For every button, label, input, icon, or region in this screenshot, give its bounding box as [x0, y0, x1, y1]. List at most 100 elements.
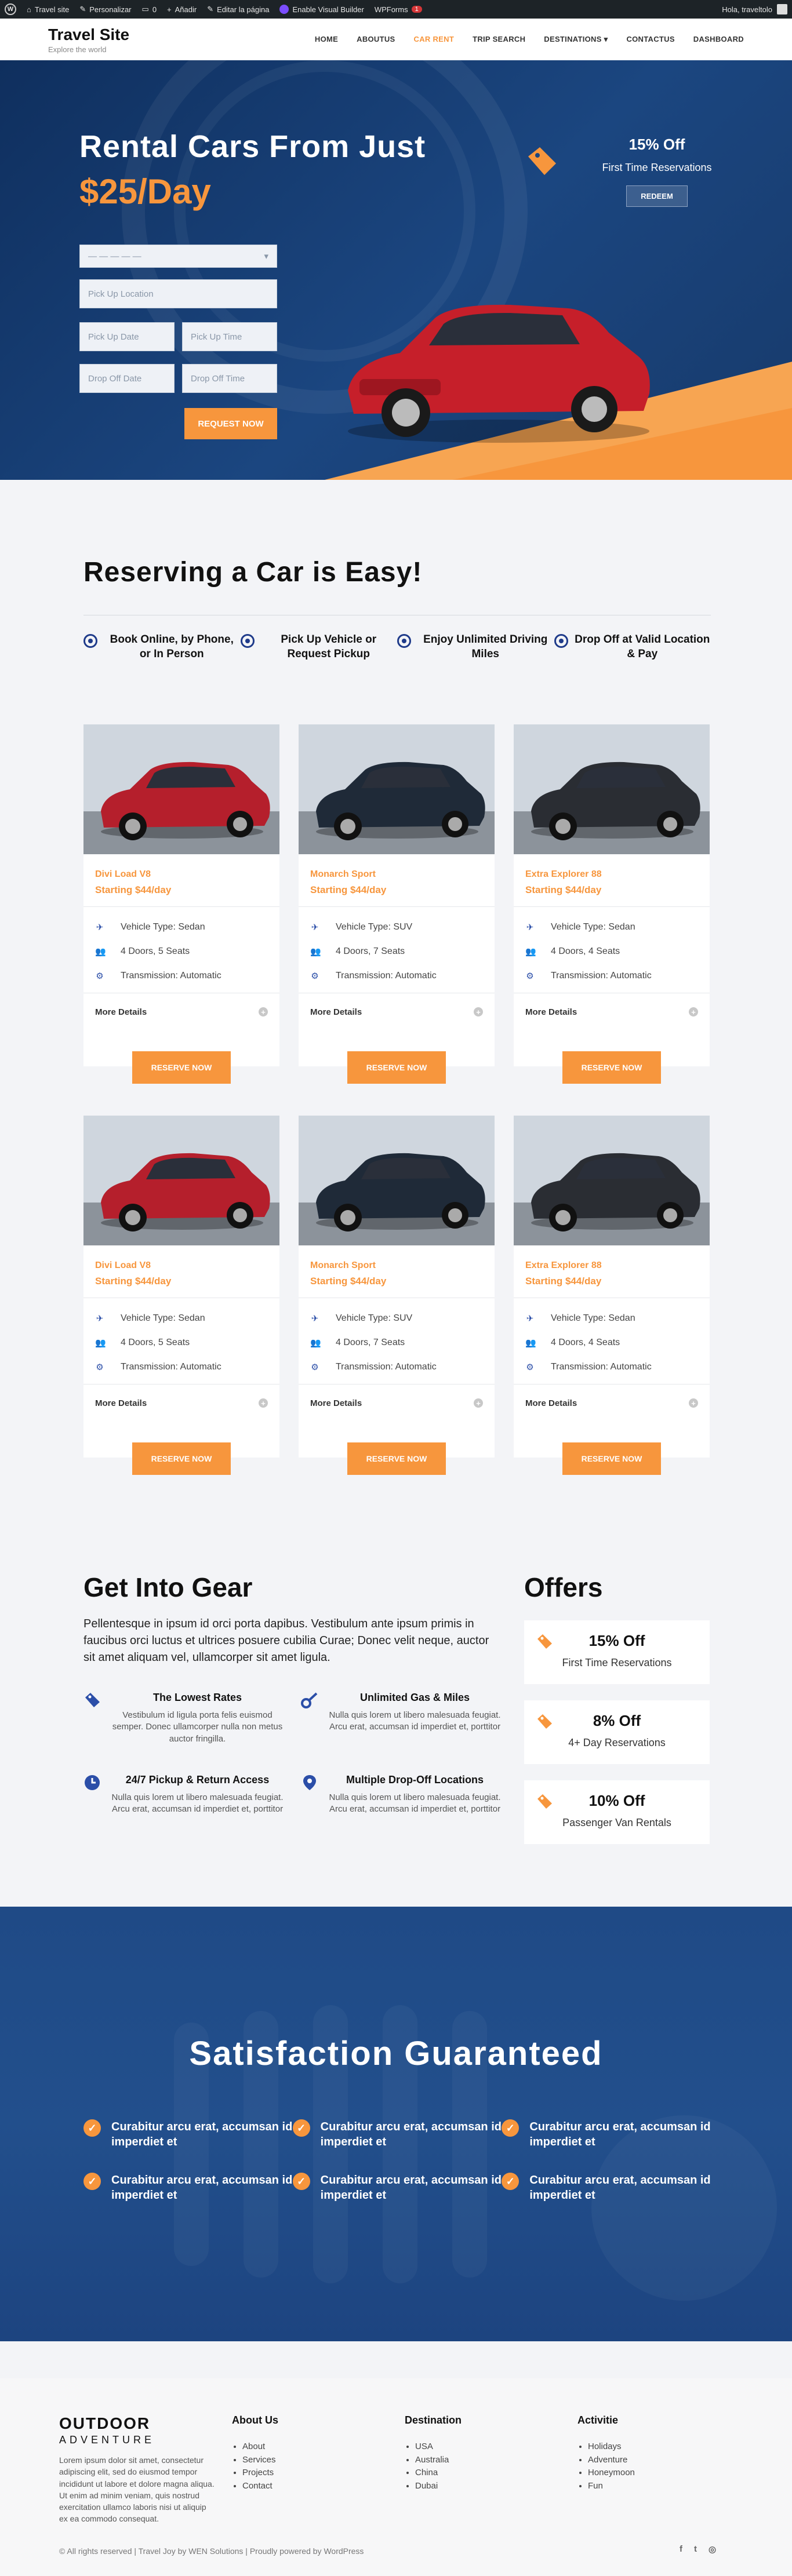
- more-details-toggle[interactable]: More Details +: [514, 1384, 710, 1422]
- car-name[interactable]: Monarch Sport: [299, 854, 495, 880]
- gear-icon: ⚙: [311, 1362, 319, 1372]
- footer-link[interactable]: Projects: [242, 2466, 278, 2480]
- car-image: [514, 1116, 710, 1245]
- more-details-toggle[interactable]: More Details +: [83, 1384, 279, 1422]
- nav-contactus[interactable]: CONTACTUS: [626, 35, 674, 44]
- reserve-now-button[interactable]: RESERVE NOW: [347, 1051, 446, 1084]
- nav-car-rent[interactable]: CAR RENT: [414, 35, 455, 44]
- radio-circle-icon: [397, 634, 411, 648]
- car-card: Extra Explorer 88 Starting $44/day ✈ Vehi…: [514, 1116, 710, 1475]
- guarantee-item: ✓ Curabitur arcu erat, accumsan id imperd…: [502, 2173, 711, 2203]
- footer-link[interactable]: China: [415, 2466, 462, 2480]
- footer-link[interactable]: About: [242, 2440, 278, 2454]
- visual-builder-link[interactable]: Enable Visual Builder: [279, 5, 364, 14]
- car-name[interactable]: Divi Load V8: [83, 1245, 279, 1271]
- twitter-icon[interactable]: t: [694, 2544, 697, 2555]
- admin-new-link[interactable]: + Añadir: [167, 5, 197, 14]
- pickup-time-input[interactable]: Pick Up Time: [182, 322, 277, 351]
- avatar: [777, 4, 787, 14]
- facebook-icon[interactable]: f: [680, 2544, 682, 2555]
- footer-link[interactable]: Honeymoon: [588, 2466, 635, 2480]
- wpforms-link[interactable]: WPForms 1: [375, 5, 422, 14]
- reserve-now-button[interactable]: RESERVE NOW: [562, 1442, 661, 1475]
- request-now-button[interactable]: REQUEST NOW: [184, 408, 277, 439]
- footer-link[interactable]: Contact: [242, 2480, 278, 2493]
- footer-col-activities: Activitie Holidays Adventure Honeymoon F…: [577, 2414, 635, 2493]
- nav-trip-search[interactable]: TRIP SEARCH: [473, 35, 525, 44]
- guarantee-item: ✓ Curabitur arcu erat, accumsan id imperd…: [502, 2119, 711, 2149]
- nav-home[interactable]: HOME: [315, 35, 338, 44]
- admin-user-menu[interactable]: Hola, traveltolo: [722, 4, 787, 14]
- map-pin-icon: [303, 1775, 316, 1790]
- car-features: ✈ Vehicle Type: Sedan 👥 4 Doors, 4 Seats ⚙…: [514, 907, 710, 993]
- pickup-date-input[interactable]: Pick Up Date: [79, 322, 175, 351]
- footer-link[interactable]: USA: [415, 2440, 462, 2454]
- nav-destinations[interactable]: DESTINATIONS ▾: [544, 35, 608, 44]
- car-name[interactable]: Extra Explorer 88: [514, 854, 710, 880]
- site-title[interactable]: Travel Site: [48, 25, 129, 44]
- chevron-down-icon: ▾: [264, 252, 268, 261]
- footer-link[interactable]: Services: [242, 2454, 278, 2467]
- reserve-now-button[interactable]: RESERVE NOW: [347, 1442, 446, 1475]
- more-details-toggle[interactable]: More Details +: [299, 1384, 495, 1422]
- guarantee-item: ✓ Curabitur arcu erat, accumsan id imperd…: [292, 2119, 502, 2149]
- feature-item: Unlimited Gas & Miles Nulla quis lorem ut…: [301, 1692, 501, 1745]
- gear-lead: Pellentesque in ipsum id orci porta dapi…: [83, 1617, 489, 1664]
- wordpress-logo-icon[interactable]: W: [5, 3, 16, 15]
- reserve-now-button[interactable]: RESERVE NOW: [132, 1051, 231, 1084]
- footer-link[interactable]: Australia: [415, 2454, 462, 2467]
- steps-row: Book Online, by Phone, or In Person Pick…: [83, 633, 711, 661]
- gear-icon: ⚙: [526, 1362, 534, 1372]
- rocket-icon: ✈: [311, 923, 319, 932]
- gear-icon: ⚙: [96, 971, 104, 981]
- divi-icon: [279, 5, 289, 14]
- offer-card[interactable]: 8% Off 4+ Day Reservations: [524, 1700, 710, 1764]
- footer-link[interactable]: Fun: [588, 2480, 635, 2493]
- footer-col-about: About Us About Services Projects Contact: [232, 2414, 278, 2493]
- footer-link[interactable]: Holidays: [588, 2440, 635, 2454]
- more-details-toggle[interactable]: More Details +: [83, 993, 279, 1030]
- admin-site-link[interactable]: ⌂ Travel site: [27, 5, 69, 14]
- step-item: Drop Off at Valid Location & Pay: [554, 633, 711, 661]
- footer-link[interactable]: Adventure: [588, 2454, 635, 2467]
- more-details-toggle[interactable]: More Details +: [514, 993, 710, 1030]
- admin-comments-link[interactable]: ▭ 0: [142, 5, 157, 14]
- rocket-icon: ✈: [526, 923, 534, 932]
- car-name[interactable]: Extra Explorer 88: [514, 1245, 710, 1271]
- get-into-gear-section: Get Into Gear Pellentesque in ipsum id o…: [83, 1572, 501, 1815]
- car-card: Monarch Sport Starting $44/day ✈ Vehicle …: [299, 1116, 495, 1475]
- pickup-location-input[interactable]: Pick Up Location: [79, 279, 277, 308]
- more-details-toggle[interactable]: More Details +: [299, 993, 495, 1030]
- reserve-now-button[interactable]: RESERVE NOW: [132, 1442, 231, 1475]
- offer-card[interactable]: 15% Off First Time Reservations: [524, 1620, 710, 1684]
- check-icon: ✓: [292, 2173, 310, 2190]
- reserve-now-button[interactable]: RESERVE NOW: [562, 1051, 661, 1084]
- comment-icon: ▭: [141, 5, 149, 13]
- offer-card[interactable]: 10% Off Passenger Van Rentals: [524, 1780, 710, 1844]
- check-icon: ✓: [83, 2173, 101, 2190]
- car-card: Extra Explorer 88 Starting $44/day ✈ Vehi…: [514, 724, 710, 1084]
- dropoff-time-input[interactable]: Drop Off Time: [182, 364, 277, 393]
- site-brand[interactable]: Travel Site Explore the world: [48, 25, 129, 54]
- site-tagline: Explore the world: [48, 45, 107, 54]
- car-type-select[interactable]: — — — — — ▾: [79, 245, 277, 268]
- instagram-icon[interactable]: ◎: [709, 2544, 716, 2555]
- users-icon: 👥: [525, 1338, 536, 1348]
- redeem-button[interactable]: REDEEM: [626, 185, 688, 207]
- steps-title: Reserving a Car is Easy!: [83, 557, 423, 588]
- social-links: f t ◎: [680, 2544, 716, 2555]
- nav-aboutus[interactable]: ABOUTUS: [357, 35, 395, 44]
- radio-circle-icon: [83, 634, 97, 648]
- check-icon: ✓: [502, 2119, 519, 2137]
- reservation-steps-section: Reserving a Car is Easy! Book Online, by…: [83, 556, 711, 661]
- car-name[interactable]: Monarch Sport: [299, 1245, 495, 1271]
- car-features: ✈ Vehicle Type: Sedan 👥 4 Doors, 4 Seats ⚙…: [514, 1298, 710, 1384]
- admin-customize-link[interactable]: ✎ Personalizar: [79, 5, 131, 14]
- dropoff-date-input[interactable]: Drop Off Date: [79, 364, 175, 393]
- check-icon: ✓: [83, 2119, 101, 2137]
- admin-edit-page-link[interactable]: ✎ Editar la página: [207, 5, 269, 14]
- nav-dashboard[interactable]: DASHBOARD: [693, 35, 744, 44]
- car-name[interactable]: Divi Load V8: [83, 854, 279, 880]
- step-item: Pick Up Vehicle or Request Pickup: [240, 633, 398, 661]
- footer-link[interactable]: Dubai: [415, 2480, 462, 2493]
